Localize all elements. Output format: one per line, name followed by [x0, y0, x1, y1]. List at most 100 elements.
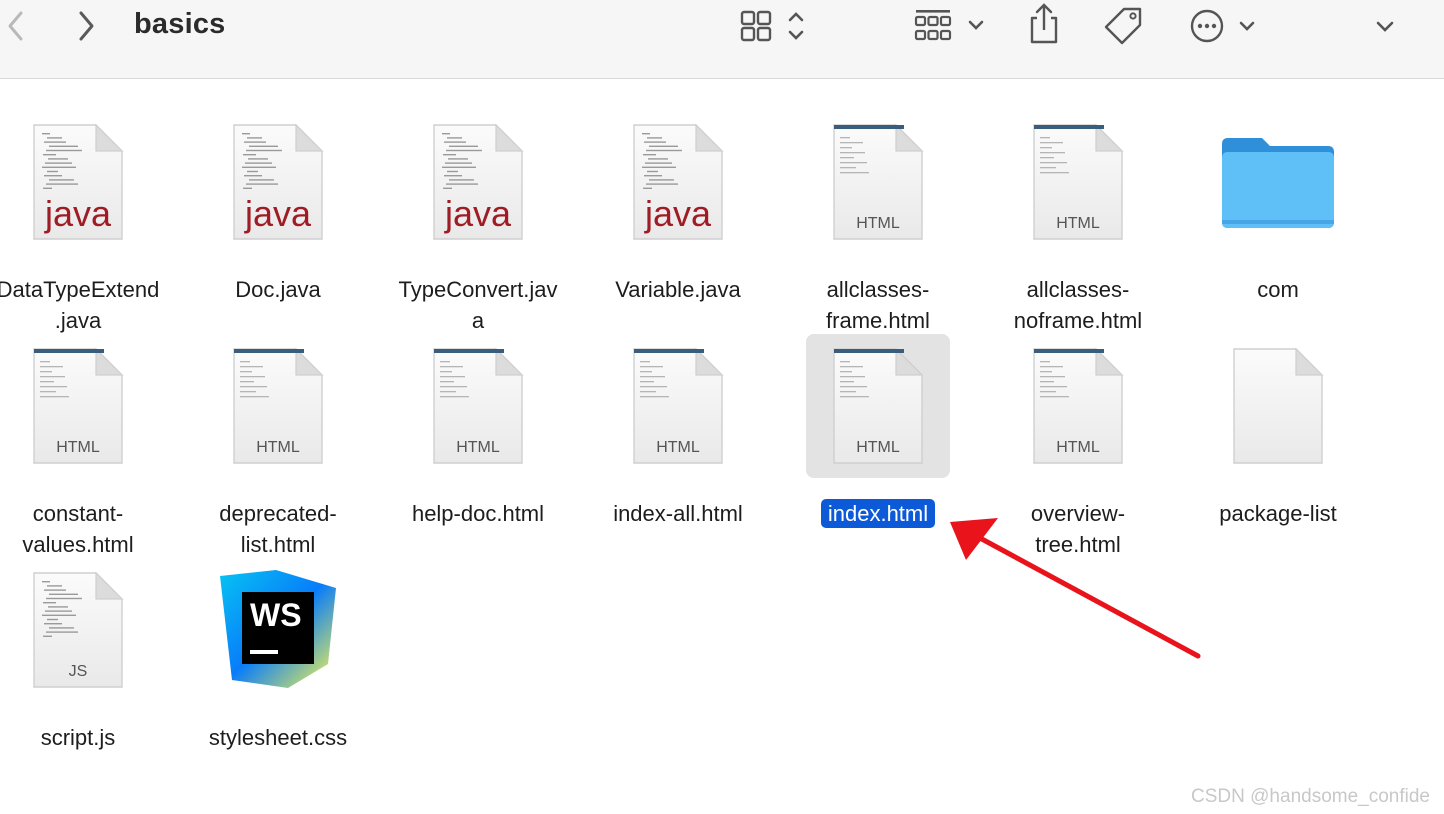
group-by-button[interactable] [912, 6, 988, 46]
file-type-label: java [244, 193, 312, 234]
file-type-label: java [44, 193, 112, 234]
html-file-icon: HTML [832, 123, 924, 241]
file-icon-container [1206, 110, 1350, 254]
folder-icon [1222, 138, 1334, 228]
more-actions-button[interactable] [1186, 4, 1262, 48]
file-type-label: java [644, 193, 712, 234]
file-item[interactable]: WS stylesheet.css [178, 558, 378, 778]
file-name-line: allclasses- [1026, 277, 1130, 302]
file-icon-container: HTML [1006, 110, 1150, 254]
window-title: basics [134, 8, 226, 40]
tag-button[interactable] [1100, 4, 1148, 48]
file-name-line: list.html [240, 532, 316, 557]
file-item[interactable]: HTML allclasses-noframe.html [978, 110, 1178, 333]
file-item[interactable]: HTML allclasses-frame.html [778, 110, 978, 333]
file-type-label: java [444, 193, 512, 234]
file-name-label: stylesheet.css [178, 722, 378, 753]
file-name-label: com [1178, 274, 1378, 305]
file-type-label: HTML [56, 439, 100, 456]
file-type-label: HTML [656, 439, 700, 456]
file-name-label: script.js [0, 722, 178, 753]
file-name-label: Variable.java [578, 274, 778, 305]
finder-toolbar: basics [0, 0, 1444, 79]
html-file-icon: HTML [632, 347, 724, 465]
html-file-icon: HTML [832, 347, 924, 465]
file-icon-container: WS [206, 558, 350, 702]
chevron-left-icon [8, 11, 23, 41]
file-item[interactable]: HTML constant-values.html [0, 334, 178, 557]
file-name-line: index.html [820, 499, 936, 528]
watermark: CSDN @handsome_confide [1191, 786, 1430, 807]
file-icon-container: java [6, 110, 150, 254]
file-name-line: frame.html [826, 308, 930, 333]
file-name-line: allclasses- [826, 277, 930, 302]
file-name-label: constant-values.html [0, 498, 178, 560]
file-item[interactable]: java Variable.java [578, 110, 778, 330]
file-icon-container: HTML [6, 334, 150, 478]
file-name-line: TypeConvert.jav [398, 277, 558, 302]
back-button[interactable] [0, 8, 30, 44]
file-name-line: deprecated- [219, 501, 337, 526]
file-name-line: DataTypeExtend [0, 277, 160, 302]
blank-file-icon [1232, 347, 1324, 465]
share-button[interactable] [1024, 2, 1064, 46]
file-name-line: Variable.java [615, 277, 741, 302]
file-type-label: HTML [856, 439, 900, 456]
file-name-label: index-all.html [578, 498, 778, 529]
file-icon-container [1206, 334, 1350, 478]
file-name-line: help-doc.html [411, 501, 545, 526]
file-icon-container: HTML [406, 334, 550, 478]
file-item[interactable]: java Doc.java [178, 110, 378, 330]
file-item[interactable]: HTML help-doc.html [378, 334, 578, 554]
file-icon-container: java [206, 110, 350, 254]
file-name-line: values.html [22, 532, 134, 557]
chevron-right-icon [79, 11, 94, 41]
file-icon-container: java [606, 110, 750, 254]
file-icon-container: HTML [806, 334, 950, 478]
file-icon-container: JS [6, 558, 150, 702]
file-grid: java DataTypeExtend .java java Doc.java jav… [0, 80, 1444, 814]
file-icon-container: HTML [606, 334, 750, 478]
file-item[interactable]: JS script.js [0, 558, 178, 778]
file-name-label: allclasses-frame.html [778, 274, 978, 336]
file-name-label: DataTypeExtend .java [0, 274, 178, 336]
file-item[interactable]: com [1178, 110, 1378, 330]
file-item[interactable]: HTML deprecated-list.html [178, 334, 378, 557]
file-name-line: com [1257, 277, 1299, 302]
file-name-line: a [471, 308, 485, 333]
file-type-label: HTML [1056, 439, 1100, 456]
file-name-label: help-doc.html [378, 498, 578, 529]
file-type-label: JS [68, 663, 88, 680]
html-file-icon: HTML [32, 347, 124, 465]
grid-view-icon [740, 10, 804, 42]
java-file-icon: java [432, 123, 524, 241]
chevron-down-icon [1376, 21, 1394, 32]
file-name-line: noframe.html [1013, 308, 1143, 333]
toolbar-overflow-button[interactable] [1368, 6, 1402, 46]
file-type-label: HTML [856, 215, 900, 232]
file-item[interactable]: java TypeConvert.jav a [378, 110, 578, 333]
view-mode-button[interactable] [738, 6, 808, 46]
java-file-icon: java [32, 123, 124, 241]
file-item[interactable]: java DataTypeExtend .java [0, 110, 178, 333]
file-icon-container: HTML [206, 334, 350, 478]
file-icon-container: HTML [1006, 334, 1150, 478]
file-name-line: Doc.java [235, 277, 321, 302]
java-file-icon: java [232, 123, 324, 241]
annotation-arrow-icon [950, 518, 1201, 659]
file-type-label: HTML [1056, 215, 1100, 232]
file-name-line: script.js [40, 725, 116, 750]
file-icon-container: java [406, 110, 550, 254]
html-file-icon: HTML [1032, 347, 1124, 465]
html-file-icon: HTML [232, 347, 324, 465]
svg-text:WS: WS [250, 597, 302, 633]
webstorm-icon: WS [220, 570, 336, 688]
group-by-icon [914, 10, 984, 41]
file-item[interactable]: HTML index-all.html [578, 334, 778, 554]
forward-button[interactable] [72, 8, 102, 44]
file-name-line: index-all.html [613, 501, 743, 526]
tag-icon [1104, 7, 1142, 45]
file-icon-container: HTML [806, 110, 950, 254]
file-name-line: package-list [1219, 501, 1337, 526]
file-name-line: constant- [32, 501, 124, 526]
